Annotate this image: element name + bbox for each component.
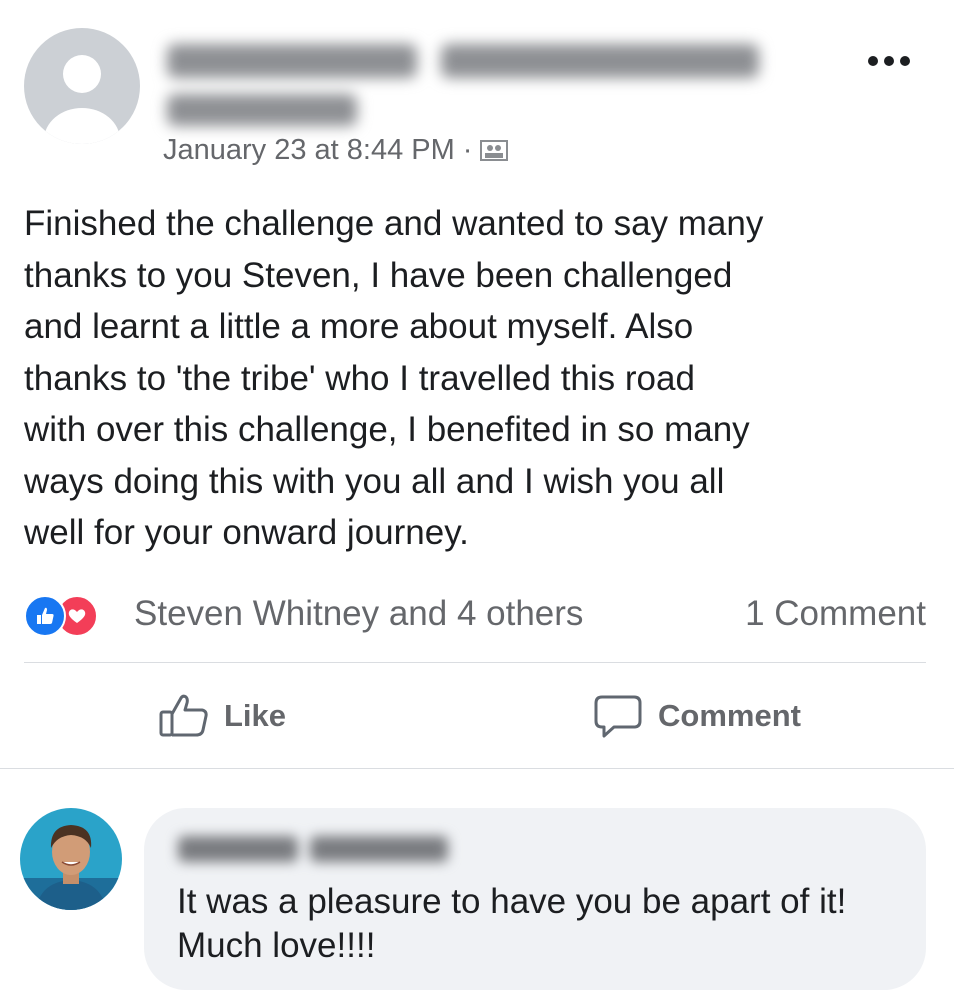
comment-button[interactable]: Comment — [592, 688, 801, 744]
commenter-photo — [20, 808, 122, 910]
reactors-summary[interactable]: Steven Whitney and 4 others — [134, 594, 583, 634]
like-button-label: Like — [224, 698, 287, 733]
reactions-summary-row: Steven Whitney and 4 others 1 Comment — [24, 590, 926, 638]
post-meta: January 23 at 8:44 PM · — [163, 130, 509, 170]
more-options-button[interactable] — [862, 46, 916, 76]
author-avatar[interactable] — [24, 28, 140, 144]
like-button[interactable]: Like — [158, 688, 286, 744]
author-name-blurred[interactable] — [163, 32, 763, 132]
comment-count[interactable]: 1 Comment — [745, 594, 926, 634]
commenter-avatar[interactable] — [20, 808, 122, 910]
comment-bubble-icon — [594, 695, 642, 738]
divider — [24, 662, 926, 663]
more-options-icon — [868, 56, 910, 66]
meta-separator: · — [462, 133, 473, 166]
comment-bubble: It was a pleasure to have you be apart o… — [144, 808, 926, 990]
reaction-icons[interactable] — [24, 594, 122, 637]
post-body-text: Finished the challenge and wanted to say… — [24, 204, 764, 552]
default-avatar-icon — [44, 55, 120, 144]
group-audience-icon[interactable] — [480, 138, 509, 162]
thumbs-up-icon — [159, 694, 208, 737]
comment-button-label: Comment — [658, 698, 801, 733]
comment-text: It was a pleasure to have you be apart o… — [177, 882, 847, 965]
like-reaction-icon — [24, 595, 66, 637]
commenter-name-blurred[interactable] — [176, 830, 456, 866]
divider — [0, 768, 954, 769]
post-timestamp[interactable]: January 23 at 8:44 PM — [163, 134, 455, 167]
